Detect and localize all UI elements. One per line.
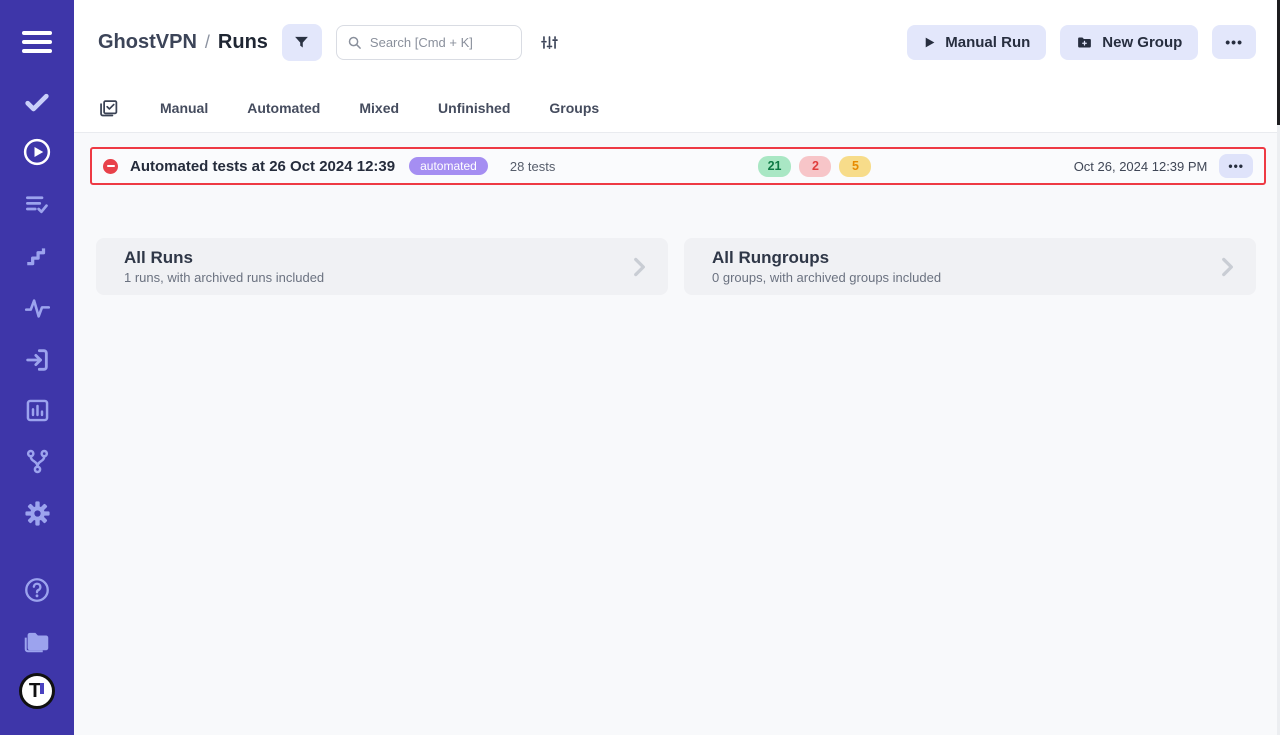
search-box[interactable] (336, 25, 522, 60)
logo-tick (40, 683, 44, 694)
chevron-right-icon (1214, 254, 1240, 280)
funnel-icon (293, 34, 310, 51)
runs-play-circle-icon[interactable] (0, 137, 74, 167)
help-icon[interactable] (0, 576, 74, 604)
run-timestamp: Oct 26, 2024 12:39 PM (1074, 159, 1208, 174)
app-logo[interactable]: T (0, 673, 74, 709)
branch-icon[interactable] (0, 448, 74, 475)
menu-icon[interactable] (0, 26, 74, 58)
tab-mixed[interactable]: Mixed (359, 100, 399, 116)
tab-automated[interactable]: Automated (247, 100, 320, 116)
main-area: GhostVPN / Runs Manual Run New Group ••• (74, 0, 1280, 735)
all-runs-title: All Runs (124, 248, 324, 268)
tests-check-icon[interactable] (0, 88, 74, 116)
run-tests-count: 28 tests (510, 159, 556, 174)
breadcrumb: GhostVPN / Runs (98, 31, 268, 54)
all-rungroups-card-text: All Rungroups 0 groups, with archived gr… (712, 248, 941, 285)
pulse-icon[interactable] (0, 295, 74, 322)
folder-icon[interactable] (0, 627, 74, 657)
run-status-stop-icon (103, 159, 118, 174)
sign-in-icon[interactable] (0, 346, 74, 374)
failed-count-badge: 2 (799, 156, 831, 177)
run-result-pills: 21 2 5 (758, 156, 872, 177)
run-row-right: Oct 26, 2024 12:39 PM ••• (1074, 154, 1253, 178)
chevron-right-icon (626, 254, 652, 280)
summary-cards: All Runs 1 runs, with archived runs incl… (96, 238, 1256, 295)
all-runs-card-text: All Runs 1 runs, with archived runs incl… (124, 248, 324, 285)
header-more-button[interactable]: ••• (1212, 25, 1256, 59)
tabs-bar: Manual Automated Mixed Unfinished Groups (74, 84, 1280, 133)
logo-circle-icon: T (19, 673, 55, 709)
ellipsis-icon: ••• (1228, 159, 1244, 173)
test-plans-list-check-icon[interactable] (0, 191, 74, 218)
select-runs-icon[interactable] (98, 98, 119, 119)
ellipsis-icon: ••• (1225, 34, 1243, 50)
all-rungroups-card[interactable]: All Rungroups 0 groups, with archived gr… (684, 238, 1256, 295)
play-icon (923, 36, 936, 49)
header: GhostVPN / Runs Manual Run New Group ••• (74, 0, 1280, 84)
passed-count-badge: 21 (758, 156, 792, 177)
manual-run-button[interactable]: Manual Run (907, 25, 1046, 60)
tab-groups[interactable]: Groups (549, 100, 599, 116)
folder-plus-icon (1076, 34, 1093, 51)
tab-manual[interactable]: Manual (160, 100, 208, 116)
breadcrumb-separator: / (205, 32, 210, 53)
steps-icon[interactable] (0, 243, 74, 269)
all-runs-subtitle: 1 runs, with archived runs included (124, 270, 324, 285)
all-rungroups-title: All Rungroups (712, 248, 941, 268)
all-rungroups-subtitle: 0 groups, with archived groups included (712, 270, 941, 285)
filter-button[interactable] (282, 24, 322, 61)
new-group-button[interactable]: New Group (1060, 25, 1198, 60)
run-more-button[interactable]: ••• (1219, 154, 1253, 178)
sidebar: T (0, 0, 74, 735)
run-row[interactable]: Automated tests at 26 Oct 2024 12:39 aut… (90, 147, 1266, 185)
run-title[interactable]: Automated tests at 26 Oct 2024 12:39 (130, 158, 395, 175)
all-runs-card[interactable]: All Runs 1 runs, with archived runs incl… (96, 238, 668, 295)
content: Automated tests at 26 Oct 2024 12:39 aut… (74, 133, 1280, 735)
tab-unfinished[interactable]: Unfinished (438, 100, 510, 116)
new-group-label: New Group (1102, 34, 1182, 51)
breadcrumb-page: Runs (218, 31, 268, 54)
bar-chart-icon[interactable] (0, 397, 74, 424)
skipped-count-badge: 5 (839, 156, 871, 177)
view-settings-sliders-icon[interactable] (540, 33, 559, 52)
breadcrumb-project[interactable]: GhostVPN (98, 31, 197, 54)
search-icon (347, 35, 362, 50)
search-input[interactable] (370, 35, 500, 50)
gear-icon[interactable] (0, 499, 74, 528)
run-type-badge: automated (409, 157, 488, 175)
manual-run-label: Manual Run (945, 34, 1030, 51)
